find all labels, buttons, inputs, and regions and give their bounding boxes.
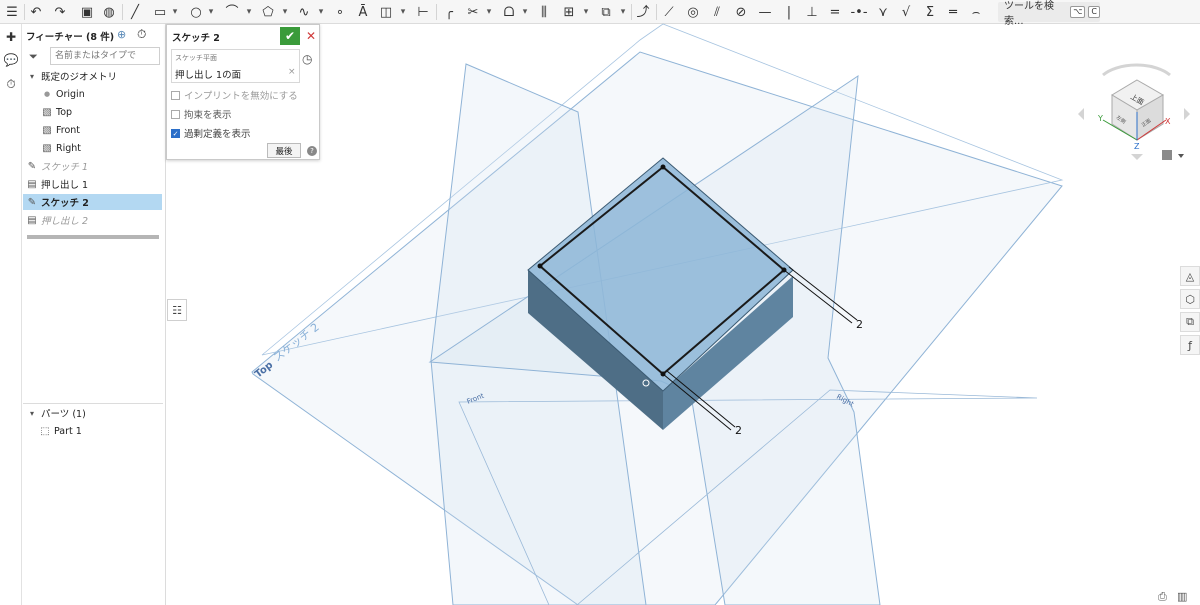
sketch-point[interactable] [660, 164, 666, 170]
view-cube-rotate-ring[interactable] [1102, 63, 1171, 77]
final-button[interactable]: 最後 [267, 143, 301, 158]
view-options-cube-icon[interactable] [1162, 150, 1172, 160]
clear-icon[interactable]: × [288, 67, 296, 77]
sketch-plane-value: 押し出し 1の面 [175, 70, 242, 81]
view-cube-down-arrow[interactable] [1131, 154, 1143, 160]
close-icon: ✕ [305, 29, 317, 43]
disable-imprint-option[interactable]: インプリントを無効にする [171, 88, 298, 102]
list-toggle-button[interactable]: ☷ [167, 299, 187, 321]
show-overdefined-option[interactable]: ✓ 過剰定義を表示 [171, 126, 251, 140]
y-axis-label: Y [1097, 114, 1103, 123]
chevron-down-icon[interactable] [1178, 154, 1184, 158]
print-icon[interactable]: ⎙ [1158, 590, 1167, 604]
sketch-point[interactable] [537, 263, 543, 269]
view-cube[interactable]: 上面 左側 正面 Y X Z [1078, 63, 1190, 160]
show-constraints-label: 拘束を表示 [184, 110, 232, 121]
view-cube-left-arrow[interactable] [1078, 108, 1084, 120]
show-overdefined-checkbox[interactable]: ✓ [171, 128, 180, 138]
sketch-dialog: スケッチ 2 ✔ ✕ スケッチ平面 押し出し 1の面 × ◷ インプリントを無効… [166, 24, 320, 160]
disable-imprint-checkbox[interactable] [171, 90, 180, 100]
list-icon: ☷ [172, 303, 182, 317]
measure-icon[interactable]: ⬡ [1180, 289, 1200, 309]
dimension-label[interactable]: 2 [735, 424, 742, 437]
accept-button[interactable]: ✔ [280, 27, 300, 45]
variable-icon[interactable]: ƒ [1180, 335, 1200, 355]
disable-imprint-label: インプリントを無効にする [184, 91, 298, 102]
cancel-button[interactable]: ✕ [303, 27, 319, 45]
section-view-icon[interactable]: ⧉ [1180, 312, 1200, 332]
dimension-label[interactable]: 2 [856, 318, 863, 331]
sketch-plane-label: スケッチ平面 [175, 54, 217, 62]
show-constraints-option[interactable]: 拘束を表示 [171, 107, 232, 121]
stats-icon[interactable]: ▥ [1177, 590, 1187, 603]
sketch-dialog-title: スケッチ 2 [172, 33, 220, 44]
appearance-icon[interactable]: ◬ [1180, 266, 1200, 286]
x-axis-label: X [1165, 117, 1171, 126]
rollback-clock-icon[interactable]: ◷ [302, 52, 312, 66]
show-constraints-checkbox[interactable] [171, 109, 180, 119]
view-cube-right-arrow[interactable] [1184, 108, 1190, 120]
sketch-plane-field[interactable]: スケッチ平面 押し出し 1の面 × [171, 49, 300, 83]
help-icon[interactable]: ? [307, 146, 317, 156]
check-icon: ✔ [284, 29, 296, 43]
show-overdefined-label: 過剰定義を表示 [184, 129, 251, 140]
z-axis-label: Z [1134, 142, 1140, 151]
